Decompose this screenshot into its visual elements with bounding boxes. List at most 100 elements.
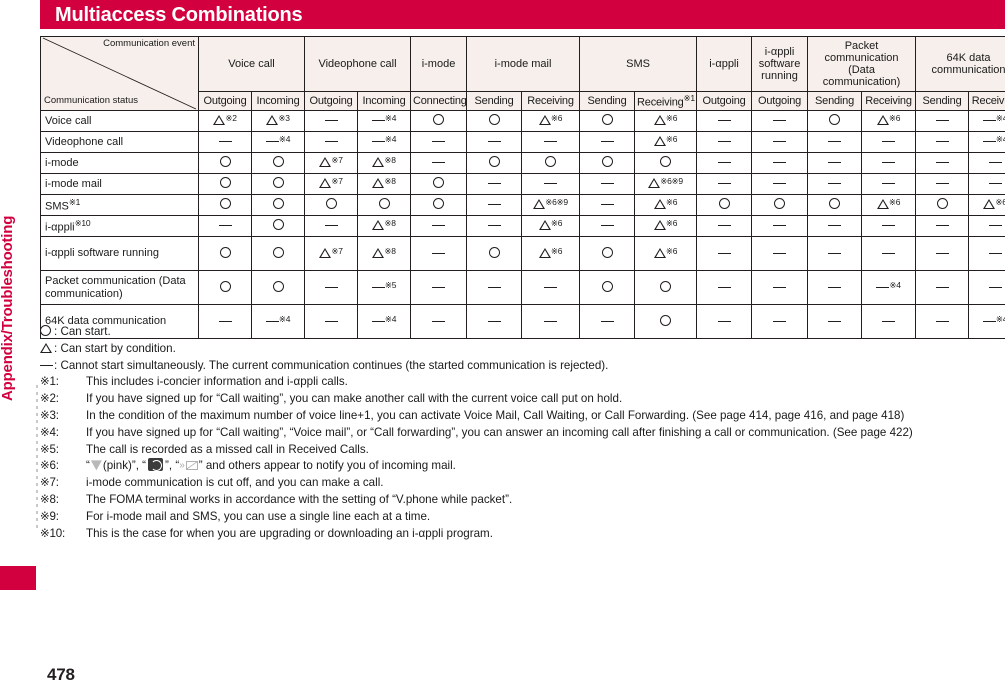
matrix-cell-r4-c15 [968, 173, 1005, 195]
matrix-cell-r2-c8 [579, 131, 636, 153]
can-start-circle-icon [545, 156, 557, 168]
footnote-key: ※2: [40, 392, 59, 406]
page-number: 478 [47, 665, 75, 684]
not-available-dash-icon [432, 225, 446, 227]
multiaccess-combinations-table: Communication event Communication status… [40, 35, 1005, 339]
not-available-dash-icon [717, 183, 731, 185]
matrix-cell-r5-c2 [250, 194, 306, 216]
not-available-dash-icon [935, 252, 949, 254]
not-available-dash-icon [773, 120, 787, 122]
not-available-dash-icon [371, 320, 385, 322]
subheader-2-2: Incoming [357, 91, 412, 111]
matrix-cell-r7-c1 [198, 236, 252, 271]
footnote-key: ※3: [40, 408, 59, 422]
conditional-triangle-icon [538, 220, 551, 231]
matrix-cell-r2-c9: ※6 [634, 131, 698, 153]
can-start-circle-icon [378, 198, 390, 210]
matrix-cell-r8-c12 [807, 270, 863, 305]
matrix-cell-r2-c7 [521, 131, 581, 153]
not-available-dash-icon [828, 183, 842, 185]
footnote-ref: ※7 [331, 176, 343, 187]
not-available-dash-icon [982, 141, 996, 143]
matrix-cell-r3-c1 [198, 152, 252, 174]
matrix-cell-r8-c6 [466, 270, 523, 305]
footnote-text: The FOMA terminal works in accordance wi… [86, 492, 513, 506]
conditional-triangle-icon [876, 199, 889, 210]
footnote-key: ※5: [40, 442, 59, 456]
not-available-dash-icon [432, 141, 446, 143]
not-available-dash-icon [882, 183, 896, 185]
matrix-cell-r8-c10 [696, 270, 753, 305]
matrix-cell-r3-c7 [521, 152, 581, 174]
not-available-dash-icon [935, 162, 949, 164]
not-available-dash-icon [544, 286, 558, 288]
not-available-dash-icon [882, 225, 896, 227]
not-available-dash-icon [487, 225, 501, 227]
can-start-circle-icon [433, 198, 445, 210]
table-row: Voice call ※2 ※3 ※4 ※6 ※6 ※6 ※4 [40, 110, 1005, 132]
can-start-circle-icon [601, 114, 613, 126]
footnote-10: ※10: This is the case for when you are up… [40, 526, 1000, 543]
matrix-cell-r7-c4: ※8 [357, 236, 412, 271]
matrix-cell-r7-c2 [250, 236, 306, 271]
footnote-ref: ※8 [384, 176, 396, 187]
footnote-9: ※9: For i-mode mail and SMS, you can use … [40, 509, 1000, 526]
multiaccess-table-wrapper: Communication event Communication status… [40, 35, 1005, 339]
matrix-cell-r4-c9: ※6※9 [634, 173, 698, 195]
not-available-dash-icon [828, 252, 842, 254]
footnote-ref: ※6 [888, 113, 901, 124]
subheader-9-2: Receiving [968, 91, 1005, 111]
colgroup-i-mode: i-mode [410, 35, 468, 93]
footnote-key: ※4: [40, 425, 59, 439]
footnote-ref: ※8 [384, 245, 396, 256]
can-start-circle-icon [488, 246, 500, 258]
footnote-5: ※5: The call is recorded as a missed call… [40, 442, 1000, 459]
row-header-5: SMS※1 [40, 194, 199, 216]
footnote-6: ※6: “(pink)”, “”, “»” and others appear t… [40, 458, 1000, 475]
matrix-cell-r1-c11 [751, 110, 809, 132]
matrix-cell-r1-c15: ※4 [968, 110, 1005, 132]
not-available-dash-icon [988, 183, 1002, 185]
colgroup-64k-data-communication: 64K data communication [915, 35, 1005, 93]
matrix-cell-r1-c5 [410, 110, 468, 132]
can-start-circle-icon [219, 246, 231, 258]
not-available-dash-icon [265, 320, 279, 322]
footnote-ref: ※1 [683, 92, 696, 103]
colgroup-sms: SMS [579, 35, 698, 93]
matrix-cell-r1-c14 [915, 110, 970, 132]
matrix-cell-r6-c14 [915, 215, 970, 237]
colgroup-i-appli: i-αppli [696, 35, 753, 93]
footnote-ref: ※4 [384, 113, 397, 124]
not-available-dash-icon [487, 204, 501, 206]
can-start-circle-icon [936, 198, 948, 210]
not-available-dash-icon [882, 320, 896, 322]
not-available-dash-icon [717, 252, 731, 254]
not-available-dash-icon [371, 286, 385, 288]
matrix-cell-r7-c13 [861, 236, 917, 271]
not-available-dash-icon [432, 252, 446, 254]
row-header-1: Voice call [40, 110, 199, 132]
footnote-7: ※7: i-mode communication is cut off, and … [40, 475, 1000, 492]
matrix-cell-r5-c10 [696, 194, 753, 216]
footnote-ref: ※8 [384, 218, 396, 229]
subheader-7-1: Outgoing [751, 91, 809, 111]
footnote-ref: ※6 [995, 197, 1005, 208]
footnote-ref: ※4 [889, 279, 901, 290]
not-available-dash-icon [988, 286, 1002, 288]
matrix-cell-r7-c12 [807, 236, 863, 271]
can-start-circle-icon [272, 177, 284, 189]
matrix-cell-r4-c8 [579, 173, 636, 195]
matrix-cell-r2-c5 [410, 131, 468, 153]
can-start-circle-icon [272, 246, 284, 258]
subheader-6-1: Outgoing [696, 91, 753, 111]
matrix-cell-r2-c14 [915, 131, 970, 153]
footnote-1: ※1: This includes i-concier information a… [40, 374, 1000, 391]
row-header-4: i-mode mail [40, 173, 199, 195]
footnote-text: In the condition of the maximum number o… [86, 408, 905, 422]
matrix-cell-r3-c5 [410, 152, 468, 174]
matrix-cell-r2-c6 [466, 131, 523, 153]
not-available-dash-icon [935, 225, 949, 227]
colgroup-packet-communication: Packet communication (Data communication… [807, 35, 917, 93]
matrix-cell-r7-c11 [751, 236, 809, 271]
footnote-ref: ※6※9 [660, 176, 683, 187]
